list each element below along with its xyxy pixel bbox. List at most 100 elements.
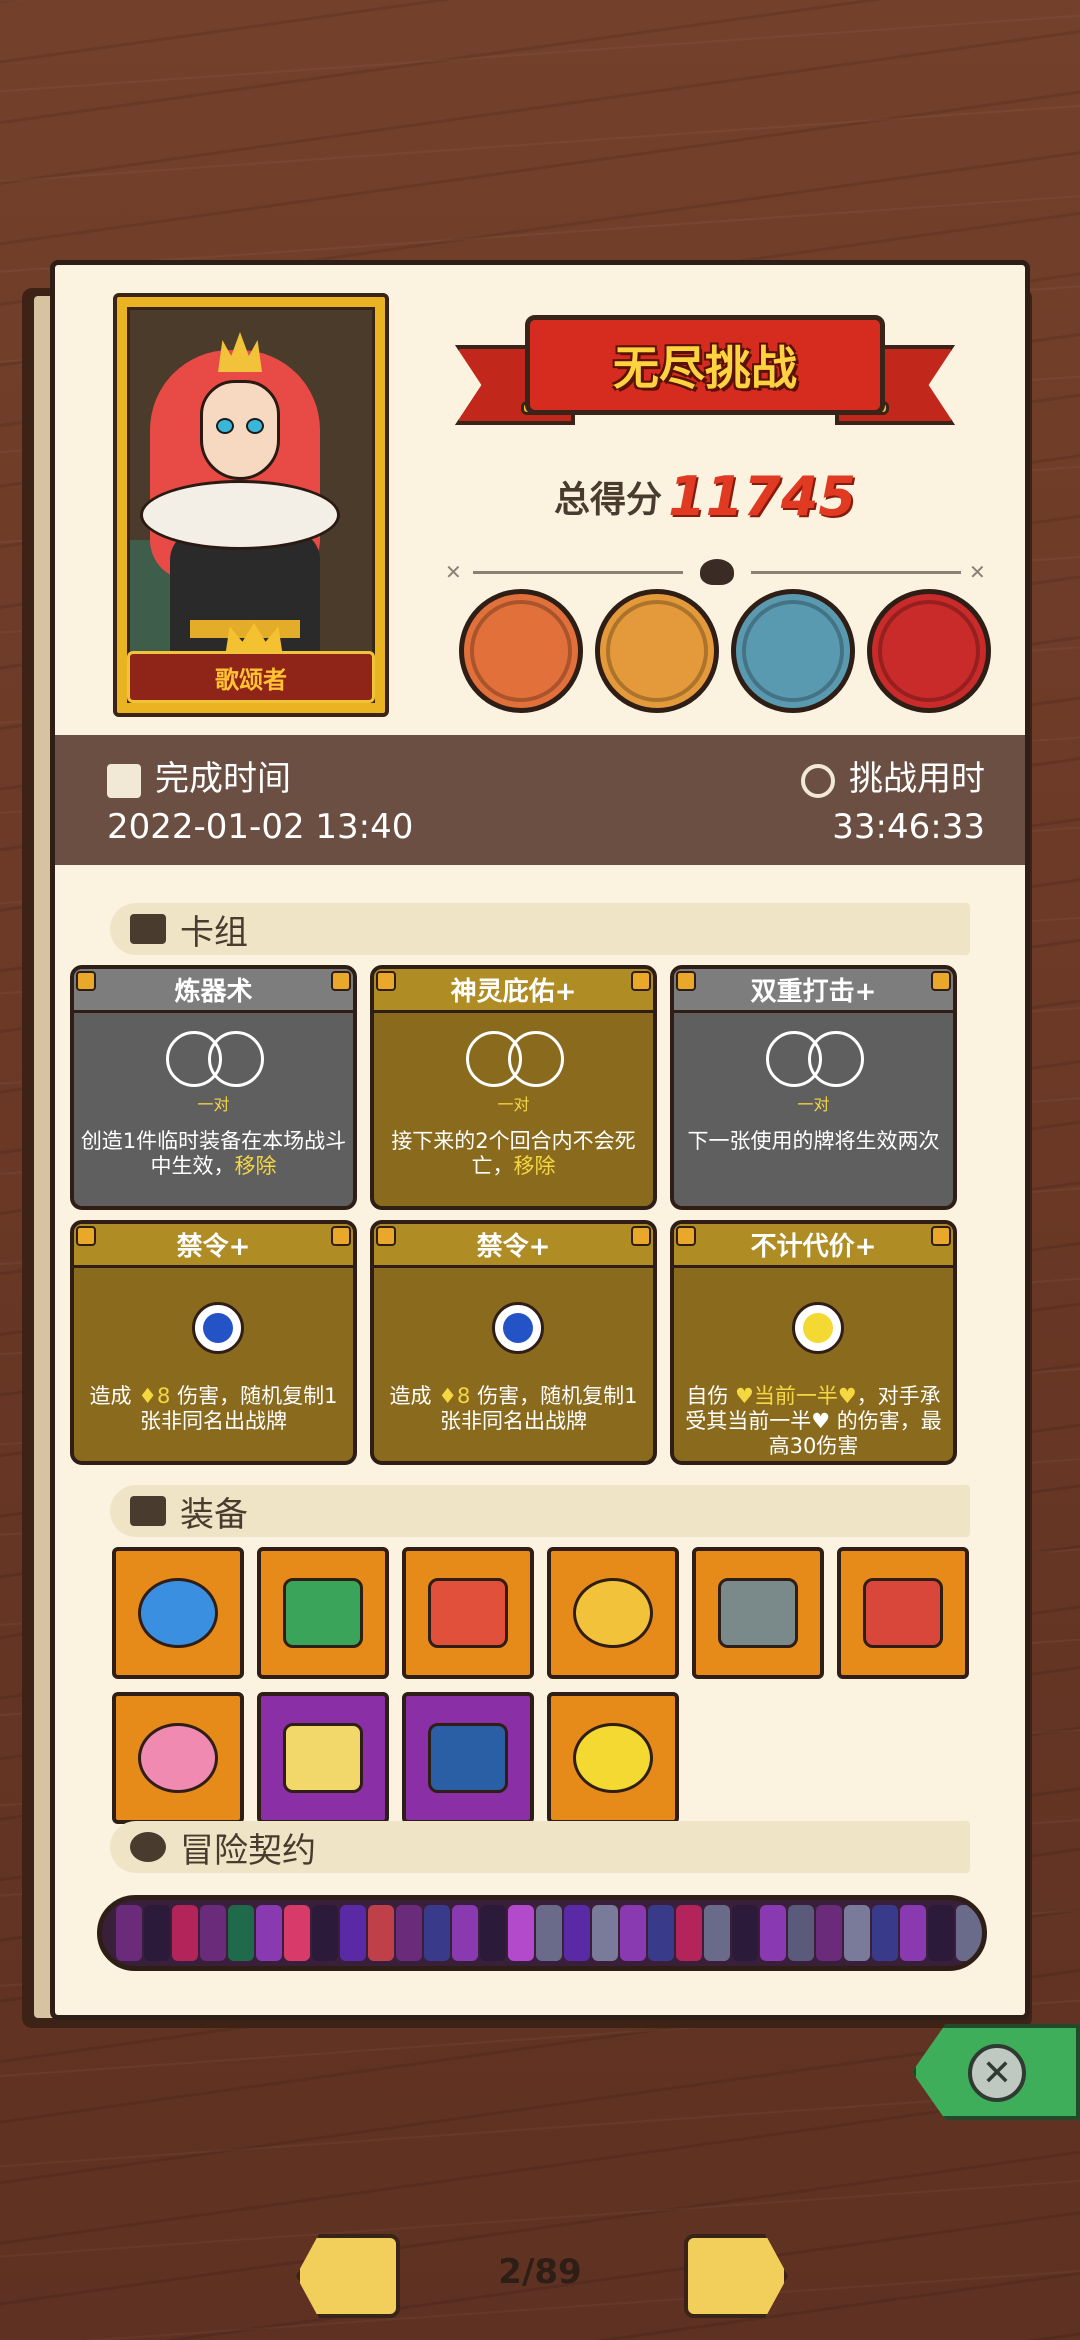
- contract-badge[interactable]: [648, 1905, 674, 1961]
- cost-label: 一对: [797, 1095, 830, 1114]
- equipment-slot[interactable]: [402, 1692, 534, 1824]
- meat-leg-icon: [863, 1578, 943, 1648]
- card-title: 炼器术: [74, 969, 353, 1013]
- deck-card[interactable]: 炼器术 一对 创造1件临时装备在本场战斗中生效，移除: [70, 965, 357, 1210]
- moss-stone-icon: [283, 1578, 363, 1648]
- deck-title: 卡组: [180, 912, 248, 953]
- contract-badge[interactable]: [228, 1905, 254, 1961]
- complete-time-label: 完成时间: [155, 759, 291, 799]
- time-bar: 完成时间 2022-01-02 13:40 挑战用时 33:46:33: [55, 735, 1025, 865]
- box-icon: [130, 1496, 166, 1526]
- contract-badge[interactable]: [900, 1905, 926, 1961]
- contracts-title: 冒险契约: [180, 1830, 316, 1871]
- contract-badge[interactable]: [732, 1905, 758, 1961]
- close-button[interactable]: ✕: [912, 2024, 1080, 2120]
- card-description: 造成 ♦8 伤害，随机复制1张非同名出战牌: [389, 1384, 638, 1433]
- contract-badge[interactable]: [424, 1905, 450, 1961]
- contract-badge[interactable]: [508, 1905, 534, 1961]
- pair-cost-icon: [466, 1031, 566, 1089]
- mode-title: 无尽挑战: [613, 341, 797, 395]
- contract-badge[interactable]: [480, 1905, 506, 1961]
- boss-list: [459, 589, 991, 713]
- contract-badge[interactable]: [564, 1905, 590, 1961]
- contract-badge[interactable]: [256, 1905, 282, 1961]
- cards-icon: [130, 914, 166, 944]
- duration-label: 挑战用时: [849, 759, 985, 799]
- deck-card[interactable]: 双重打击+ 一对下一张使用的牌将生效两次: [670, 965, 957, 1210]
- contract-badge[interactable]: [956, 1905, 982, 1961]
- deck-card[interactable]: 禁令+ 造成 ♦8 伤害，随机复制1张非同名出战牌: [70, 1220, 357, 1465]
- duration-value: 33:46:33: [832, 807, 985, 847]
- equipment-section-header: 装备: [110, 1485, 970, 1537]
- contract-badge[interactable]: [620, 1905, 646, 1961]
- hero-card: 歌颂者: [113, 293, 389, 717]
- deck-section-header: 卡组: [110, 903, 970, 955]
- equipment-slot[interactable]: [257, 1547, 389, 1679]
- deck-card[interactable]: 不计代价+ 自伤 ♥当前一半♥，对手承受其当前一半♥ 的伤害，最高30伤害: [670, 1220, 957, 1465]
- blue-mushroom-icon: [138, 1578, 218, 1648]
- equipment-slot[interactable]: [692, 1547, 824, 1679]
- contract-badge[interactable]: [676, 1905, 702, 1961]
- contract-badge[interactable]: [760, 1905, 786, 1961]
- card-description: 下一张使用的牌将生效两次: [687, 1129, 940, 1153]
- equipment-slot[interactable]: [547, 1692, 679, 1824]
- mana-orb-icon: [492, 1302, 544, 1354]
- equipment-slot[interactable]: [837, 1547, 969, 1679]
- equipment-slot[interactable]: [257, 1692, 389, 1824]
- contract-badge[interactable]: [284, 1905, 310, 1961]
- deck-card[interactable]: 神灵庇佑+ 一对接下来的2个回合内不会死亡，移除: [370, 965, 657, 1210]
- contract-badge[interactable]: [312, 1905, 338, 1961]
- contracts-section-header: 冒险契约: [110, 1821, 970, 1873]
- contract-badge[interactable]: [144, 1905, 170, 1961]
- contract-badge[interactable]: [536, 1905, 562, 1961]
- contract-badge[interactable]: [396, 1905, 422, 1961]
- mana-orb-icon: [792, 1302, 844, 1354]
- contract-badge[interactable]: [928, 1905, 954, 1961]
- contract-badge[interactable]: [788, 1905, 814, 1961]
- equipment-slot[interactable]: [402, 1547, 534, 1679]
- boss-divider: ✕ ✕: [445, 557, 995, 587]
- contract-badge[interactable]: [368, 1905, 394, 1961]
- stone-gear-icon: [718, 1578, 798, 1648]
- yellow-dice-icon: [573, 1723, 653, 1793]
- contract-badge[interactable]: [872, 1905, 898, 1961]
- red-shield-icon: [428, 1578, 508, 1648]
- card-title: 神灵庇佑+: [374, 969, 653, 1013]
- shark-boss-icon[interactable]: [731, 589, 855, 713]
- hero-name: 歌颂者: [127, 651, 375, 703]
- jester-boss-icon[interactable]: [867, 589, 991, 713]
- contract-badge[interactable]: [844, 1905, 870, 1961]
- cost-label: 一对: [497, 1095, 530, 1114]
- contracts-strip[interactable]: [97, 1895, 987, 1971]
- blue-armor-icon: [428, 1723, 508, 1793]
- equipment-slot[interactable]: [112, 1692, 244, 1824]
- contract-badge[interactable]: [984, 1905, 987, 1961]
- record-panel: 歌颂者 无尽挑战 总得分 11745 ✕ ✕ 完成时间 2022-01-02 13…: [50, 260, 1030, 2020]
- film-icon: [107, 763, 141, 798]
- contract-badge[interactable]: [452, 1905, 478, 1961]
- pair-cost-icon: [766, 1031, 866, 1089]
- gold-crown-icon: [573, 1578, 653, 1648]
- equipment-slot[interactable]: [547, 1547, 679, 1679]
- contract-badge[interactable]: [340, 1905, 366, 1961]
- lotus-flower-icon: [138, 1723, 218, 1793]
- card-description: 造成 ♦8 伤害，随机复制1张非同名出战牌: [89, 1384, 338, 1433]
- card-title: 不计代价+: [674, 1224, 953, 1268]
- card-description: 接下来的2个回合内不会死亡，移除: [391, 1129, 636, 1178]
- card-title: 禁令+: [74, 1224, 353, 1268]
- lion-boss-icon[interactable]: [595, 589, 719, 713]
- contract-badge[interactable]: [704, 1905, 730, 1961]
- card-description: 创造1件临时装备在本场战斗中生效，移除: [80, 1129, 347, 1178]
- contract-badge[interactable]: [172, 1905, 198, 1961]
- page-indicator: 2/89: [498, 2252, 582, 2292]
- contract-badge[interactable]: [592, 1905, 618, 1961]
- equipment-slot[interactable]: [112, 1547, 244, 1679]
- contract-badge[interactable]: [200, 1905, 226, 1961]
- tiara-icon: [218, 332, 262, 372]
- contract-badge[interactable]: [116, 1905, 142, 1961]
- card-title: 双重打击+: [674, 969, 953, 1013]
- deck-card[interactable]: 禁令+ 造成 ♦8 伤害，随机复制1张非同名出战牌: [370, 1220, 657, 1465]
- pair-cost-icon: [166, 1031, 266, 1089]
- contract-badge[interactable]: [816, 1905, 842, 1961]
- cyclops-boss-icon[interactable]: [459, 589, 583, 713]
